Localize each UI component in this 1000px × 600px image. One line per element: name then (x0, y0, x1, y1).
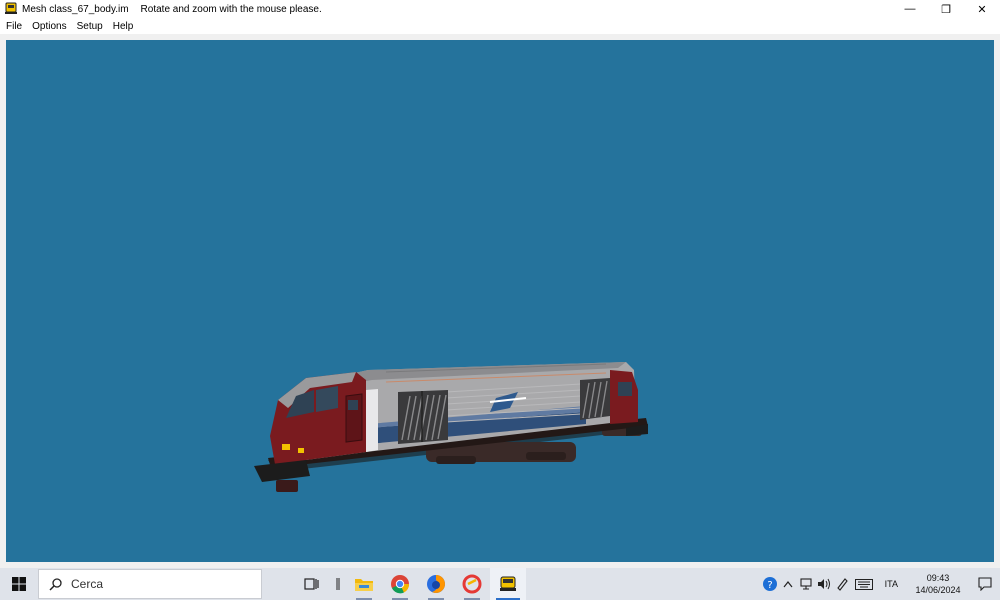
network-icon[interactable] (797, 568, 815, 600)
locomotive-model (254, 362, 648, 492)
search-icon (49, 578, 62, 591)
start-button[interactable] (0, 568, 38, 600)
volume-icon[interactable] (815, 568, 833, 600)
search-input[interactable]: Cerca (38, 569, 262, 599)
chevron-up-icon[interactable] (779, 568, 797, 600)
menu-help[interactable]: Help (108, 21, 139, 32)
restore-button[interactable]: ❐ (928, 0, 964, 18)
window-title: Mesh class_67_body.im (22, 3, 129, 15)
taskbar: Cerca ? ITA 09:43 14/06/2024 (0, 568, 1000, 600)
keyboard-icon[interactable] (851, 568, 877, 600)
window-hint: Rotate and zoom with the mouse please. (140, 3, 322, 15)
menu-setup[interactable]: Setup (72, 21, 108, 32)
menu-file[interactable]: File (0, 21, 27, 32)
title-bar: Mesh class_67_body.im Rotate and zoom wi… (0, 0, 1000, 18)
window-frame (0, 34, 1000, 568)
minimize-button[interactable]: — (892, 0, 928, 18)
notification-icon[interactable] (970, 568, 1000, 600)
clock-time: 09:43 (926, 573, 950, 583)
system-tray: ? ITA 09:43 14/06/2024 (761, 568, 1000, 600)
chrome-icon[interactable] (382, 568, 418, 600)
ccleaner-icon[interactable] (454, 568, 490, 600)
3d-viewport[interactable] (6, 40, 994, 562)
file-explorer-icon[interactable] (346, 568, 382, 600)
windows-logo-icon (12, 577, 26, 591)
clock-date: 14/06/2024 (915, 585, 961, 595)
grille-panel-rear (580, 378, 610, 420)
locomotive-app-icon (5, 2, 17, 14)
menu-bar: File Options Setup Help (0, 18, 1000, 34)
task-view-icon[interactable] (294, 568, 330, 600)
window-controls: — ❐ ✕ (892, 0, 1000, 18)
close-button[interactable]: ✕ (964, 0, 1000, 18)
buffer-beam (254, 460, 310, 482)
mesh-viewer-icon[interactable] (490, 568, 526, 600)
help-icon[interactable]: ? (761, 568, 779, 600)
headlight-left (282, 444, 290, 450)
separator-icon (330, 568, 346, 600)
menu-options[interactable]: Options (27, 21, 71, 32)
firefox-icon[interactable] (418, 568, 454, 600)
clock[interactable]: 09:43 14/06/2024 (906, 572, 970, 596)
pen-icon[interactable] (833, 568, 851, 600)
svg-text:?: ? (767, 580, 772, 591)
headlight-right (298, 448, 304, 453)
language-indicator[interactable]: ITA (877, 579, 906, 589)
search-placeholder: Cerca (71, 577, 104, 591)
grille-panel (398, 390, 448, 444)
